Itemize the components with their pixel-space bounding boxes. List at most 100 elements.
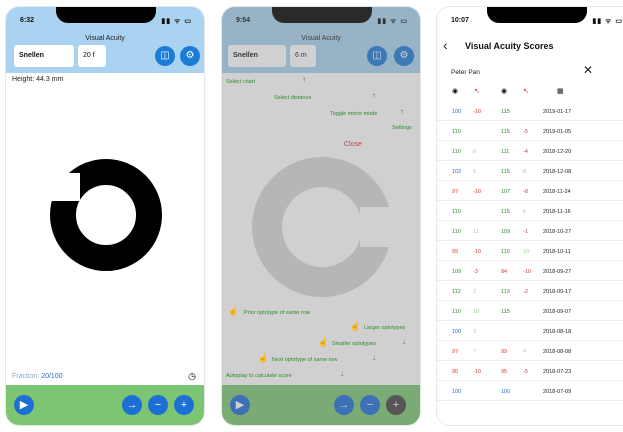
test-date: 2018-12-08 bbox=[543, 169, 572, 175]
back-icon[interactable]: ‹ bbox=[443, 37, 448, 53]
fraction-row: Fraction: 20/100 bbox=[12, 373, 63, 380]
table-row[interactable]: 110 115 6 2018-11-16 bbox=[437, 203, 623, 221]
table-row[interactable]: 102 5 115 8 2018-12-08 bbox=[437, 163, 623, 181]
left-eye-score: 115 bbox=[501, 169, 510, 175]
hand-icon: ☝ bbox=[318, 338, 328, 347]
left-eye-score: 115 bbox=[501, 109, 510, 115]
bottom-toolbar: ▶ → − + bbox=[6, 385, 204, 425]
table-header: ◉ ↖ ◉ ↖ ▦ bbox=[437, 83, 623, 101]
status-bar: 6:32 ▮▮ ᯤ ▭ bbox=[6, 7, 204, 35]
left-eye-change: 6 bbox=[523, 209, 527, 215]
left-eye-change: 8 bbox=[523, 169, 527, 175]
close-help-link[interactable]: Close bbox=[344, 141, 362, 148]
left-eye-score: 115 bbox=[501, 129, 510, 135]
eye-icon: ◉ bbox=[501, 88, 508, 95]
right-eye-score: 110 bbox=[452, 149, 461, 155]
test-date: 2019-01-17 bbox=[543, 109, 572, 115]
table-row[interactable]: 97 7 99 4 2018-08-08 bbox=[437, 343, 623, 361]
right-eye-change: 10 bbox=[473, 309, 480, 315]
table-row[interactable]: 109 -3 84 -10 2018-09-27 bbox=[437, 263, 623, 281]
right-eye-change: -10 bbox=[473, 109, 481, 115]
distance-selector[interactable]: 20 f bbox=[78, 45, 106, 67]
left-eye-score: 84 bbox=[501, 269, 508, 275]
phone-screen-help: 9:54 ▮▮ ᯤ ▭ Visual Acuity Snellen 6 m ◫ … bbox=[221, 6, 421, 426]
phone-screen-test: 6:32 ▮▮ ᯤ ▭ Visual Acuity Snellen 20 f ◫… bbox=[5, 6, 205, 426]
height-label: Height: 44.3 mm bbox=[12, 76, 64, 83]
test-date: 2018-10-27 bbox=[543, 229, 572, 235]
phone-screen-scores: 10:07 ▮▮ ᯤ ▭ ‹ Visual Acuity Scores Pete… bbox=[436, 6, 623, 426]
clock-icon[interactable]: ◷ bbox=[188, 371, 196, 382]
table-row[interactable]: 110 6 111 -4 2018-12-20 bbox=[437, 143, 623, 161]
fraction-label: Fraction: bbox=[12, 373, 40, 380]
mirror-icon: ◫ bbox=[160, 50, 170, 61]
left-eye-change: -10 bbox=[523, 269, 531, 275]
status-icons: ▮▮ ᯤ ▭ bbox=[161, 18, 192, 25]
test-date: 2018-12-20 bbox=[543, 149, 572, 155]
table-row[interactable]: 110 11 109 -1 2018-10-27 bbox=[437, 223, 623, 241]
table-row[interactable]: 100 3 2018-08-18 bbox=[437, 323, 623, 341]
table-row[interactable]: 97 -10 107 -8 2018-11-24 bbox=[437, 183, 623, 201]
table-row[interactable]: 110 115 -5 2019-01-05 bbox=[437, 123, 623, 141]
hint-smaller-optotypes: Smaller optotypes bbox=[332, 341, 377, 347]
table-row[interactable]: 90 -10 95 -5 2018-07-23 bbox=[437, 363, 623, 381]
test-date: 2018-07-09 bbox=[543, 389, 572, 395]
right-eye-change: 7 bbox=[473, 349, 477, 355]
hand-icon: ☝ bbox=[350, 322, 360, 331]
nav-title: Visual Acuity bbox=[85, 35, 125, 42]
status-icons: ▮▮ ᯤ ▭ bbox=[592, 18, 623, 25]
right-eye-change: -3 bbox=[473, 269, 478, 275]
arrow-down-icon: ↓ bbox=[402, 337, 406, 346]
right-eye-score: 109 bbox=[452, 269, 462, 275]
mirror-mode-button[interactable]: ◫ bbox=[155, 46, 175, 66]
right-eye-change: -10 bbox=[473, 369, 481, 375]
play-button[interactable]: ▶ bbox=[14, 395, 34, 415]
right-eye-change: -10 bbox=[473, 189, 481, 195]
right-eye-score: 110 bbox=[452, 229, 461, 235]
arrow-up-icon: ↑ bbox=[372, 91, 376, 100]
left-eye-score: 113 bbox=[501, 289, 510, 295]
table-row[interactable]: 110 10 115 2018-09-07 bbox=[437, 303, 623, 321]
left-eye-change: -2 bbox=[523, 289, 528, 295]
left-eye-score: 100 bbox=[501, 389, 511, 395]
test-date: 2018-09-07 bbox=[543, 309, 572, 315]
right-eye-change: 2 bbox=[473, 289, 477, 295]
next-button[interactable]: → bbox=[122, 395, 142, 415]
left-eye-change: -4 bbox=[523, 149, 528, 155]
table-row[interactable]: 100 -10 115 2019-01-17 bbox=[437, 103, 623, 121]
larger-button[interactable]: + bbox=[174, 395, 194, 415]
status-bar: 10:07 ▮▮ ᯤ ▭ bbox=[437, 7, 623, 35]
right-eye-change: 11 bbox=[473, 229, 479, 235]
left-eye-score: 115 bbox=[501, 309, 510, 315]
eye-icon: ◉ bbox=[452, 88, 459, 95]
test-date: 2018-08-18 bbox=[543, 329, 572, 335]
right-eye-change: -10 bbox=[473, 249, 481, 255]
fraction-value: 20/100 bbox=[41, 373, 63, 380]
left-eye-change: -5 bbox=[523, 129, 528, 135]
left-eye-score: 107 bbox=[501, 189, 511, 195]
smaller-button[interactable]: − bbox=[148, 395, 168, 415]
left-eye-change: -5 bbox=[523, 369, 528, 375]
right-eye-score: 110 bbox=[452, 129, 461, 135]
patient-name: Peter Pan bbox=[451, 69, 480, 76]
right-eye-score: 110 bbox=[452, 309, 461, 315]
status-time: 6:32 bbox=[20, 17, 35, 24]
table-row[interactable]: 99 -10 110 10 2018-10-11 bbox=[437, 243, 623, 261]
test-date: 2018-09-17 bbox=[543, 289, 572, 295]
calendar-icon: ▦ bbox=[557, 88, 564, 95]
page-title: Visual Acuity Scores bbox=[465, 41, 554, 51]
chart-selector[interactable]: Snellen bbox=[14, 45, 74, 67]
settings-button[interactable]: ⚙ bbox=[180, 46, 200, 66]
arrow-up-icon: ↑ bbox=[302, 75, 306, 84]
close-icon[interactable]: ✕ bbox=[583, 63, 593, 77]
right-eye-change: 6 bbox=[473, 149, 477, 155]
test-date: 2018-07-23 bbox=[543, 369, 572, 375]
right-eye-score: 90 bbox=[452, 369, 459, 375]
right-eye-score: 97 bbox=[452, 349, 459, 355]
table-row[interactable]: 100 100 2018-07-09 bbox=[437, 383, 623, 401]
arrow-down-icon: ↓ bbox=[340, 369, 344, 378]
right-eye-score: 97 bbox=[452, 189, 459, 195]
hint-settings: Settings bbox=[392, 125, 412, 131]
table-row[interactable]: 112 2 113 -2 2018-09-17 bbox=[437, 283, 623, 301]
right-eye-change: 3 bbox=[473, 329, 477, 335]
left-eye-score: 99 bbox=[501, 349, 508, 355]
